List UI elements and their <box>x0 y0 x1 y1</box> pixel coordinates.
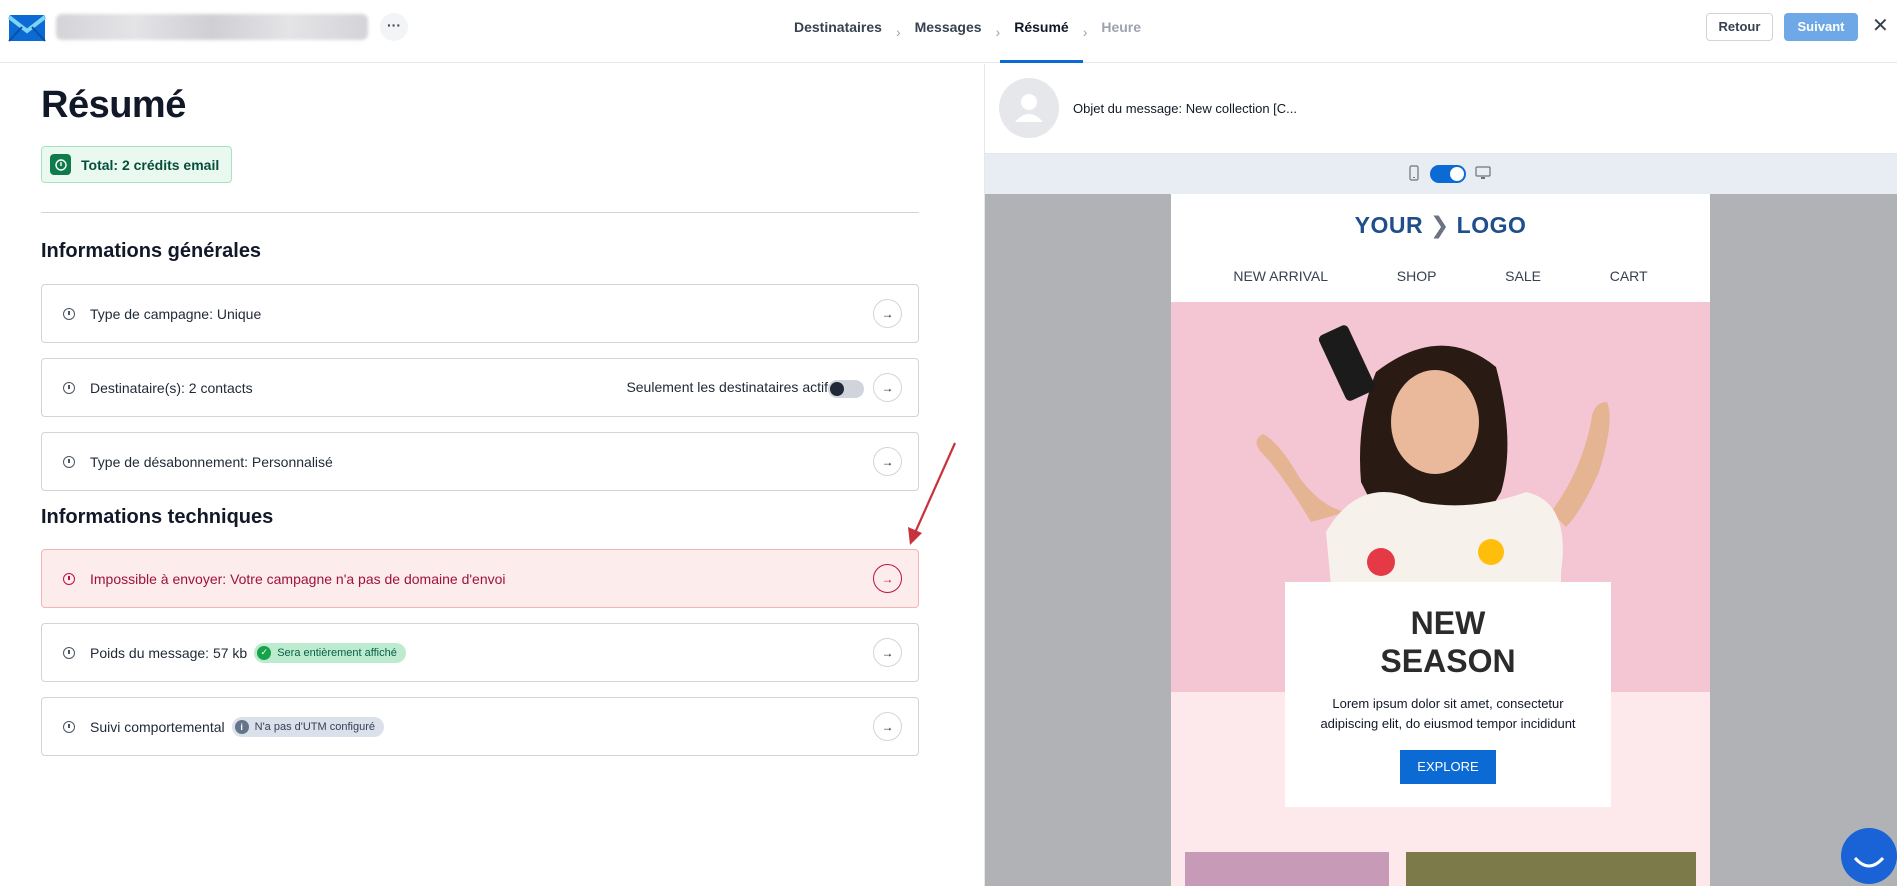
badge-text: N'a pas d'UTM configuré <box>254 720 375 733</box>
arrow-right-icon[interactable]: → <box>873 564 902 593</box>
email-preview-area: YOUR ❯ LOGO NEW ARRIVAL SHOP SALE CART N… <box>985 194 1897 886</box>
avatar <box>999 78 1059 138</box>
annotation-arrow-icon <box>908 442 957 545</box>
top-bar: ··· Destinataires › Messages › Résumé › … <box>0 0 1897 63</box>
mobile-icon[interactable] <box>1409 165 1419 181</box>
badge-text: Sera entièrement affiché <box>277 646 397 659</box>
logo-left-text: YOUR <box>1354 212 1424 238</box>
technical-info-title: Informations techniques <box>41 506 274 528</box>
info-icon: i <box>234 719 249 734</box>
status-badge: ✓ Sera entièrement affiché <box>254 642 406 663</box>
active-recipients-label: Seulement les destinataires actifs <box>626 379 835 395</box>
hero-card: NEW SEASON Lorem ipsum dolor sit amet, c… <box>1285 582 1611 807</box>
subject-text: Objet du message: New collection [C... <box>1073 101 1297 116</box>
hero-text: Lorem ipsum dolor sit amet, consectetur … <box>1320 696 1576 731</box>
email-nav-item[interactable]: NEW ARRIVAL <box>1233 268 1328 284</box>
campaign-name-blurred <box>56 14 368 40</box>
info-icon <box>50 154 71 175</box>
back-button[interactable]: Retour <box>1706 13 1773 41</box>
email-nav-item[interactable]: CART <box>1610 268 1648 284</box>
mail-logo-icon[interactable] <box>8 9 46 45</box>
card-campaign-type[interactable]: Type de campagne: Unique → <box>41 284 919 343</box>
card-label: Type de campagne: Unique <box>90 305 262 322</box>
device-switcher <box>985 154 1897 194</box>
arrow-right-icon[interactable]: → <box>873 638 902 667</box>
card-label: Poids du message: 57 kb <box>90 644 248 661</box>
email-nav: NEW ARRIVAL SHOP SALE CART <box>1171 268 1710 284</box>
credits-badge: Total: 2 crédits email <box>41 146 233 183</box>
next-button[interactable]: Suivant <box>1784 13 1858 41</box>
card-label: Type de désabonnement: Personnalisé <box>90 453 333 470</box>
hero-title: NEW SEASON <box>1285 604 1611 680</box>
card-recipients[interactable]: Destinataire(s): 2 contacts Seulement le… <box>41 358 919 417</box>
subject-row: Objet du message: New collection [C... <box>985 64 1897 154</box>
hero-title-line: SEASON <box>1380 643 1516 679</box>
card-behavior-tracking[interactable]: Suivi comportemental i N'a pas d'UTM con… <box>41 697 919 756</box>
email-canvas: YOUR ❯ LOGO NEW ARRIVAL SHOP SALE CART N… <box>1171 194 1710 886</box>
status-badge: i N'a pas d'UTM configuré <box>231 716 384 737</box>
alert-icon <box>63 572 75 585</box>
page-title: Résumé <box>41 84 186 126</box>
card-unsubscribe-type[interactable]: Type de désabonnement: Personnalisé → <box>41 432 919 491</box>
product-image <box>1185 852 1389 886</box>
chevron-logo-icon: ❯ <box>1429 212 1450 238</box>
hero-title-line: NEW <box>1410 605 1486 641</box>
close-icon[interactable]: ✕ <box>1872 14 1889 38</box>
stepper: Destinataires › Messages › Résumé › Heur… <box>780 0 1155 63</box>
info-icon <box>63 720 75 733</box>
credits-text: Total: 2 crédits email <box>81 156 220 173</box>
info-icon <box>63 646 75 659</box>
device-toggle[interactable] <box>1430 165 1466 183</box>
divider <box>41 212 919 213</box>
card-label: Suivi comportemental <box>90 718 225 735</box>
logo-right-text: LOGO <box>1456 212 1527 238</box>
card-label: Impossible à envoyer: Votre campagne n'a… <box>90 570 506 587</box>
card-sending-error[interactable]: Impossible à envoyer: Votre campagne n'a… <box>41 549 919 608</box>
email-logo: YOUR ❯ LOGO <box>1171 212 1710 239</box>
general-info-title: Informations générales <box>41 240 262 262</box>
product-image <box>1406 852 1696 886</box>
desktop-icon[interactable] <box>1475 166 1491 180</box>
preview-panel: Objet du message: New collection [C... Y… <box>984 64 1897 886</box>
info-icon <box>63 381 75 394</box>
card-label: Destinataire(s): 2 contacts <box>90 379 253 396</box>
email-nav-item[interactable]: SHOP <box>1397 268 1437 284</box>
chat-widget-icon[interactable] <box>1841 828 1897 884</box>
arrow-right-icon[interactable]: → <box>873 373 902 402</box>
active-recipients-toggle[interactable] <box>828 380 864 398</box>
step-heure: Heure <box>1101 19 1142 35</box>
email-nav-item[interactable]: SALE <box>1505 268 1541 284</box>
explore-button[interactable]: EXPLORE <box>1400 750 1496 784</box>
card-message-weight[interactable]: Poids du message: 57 kb ✓ Sera entièreme… <box>41 623 919 682</box>
more-options-button[interactable]: ··· <box>380 13 408 41</box>
info-icon <box>63 455 75 468</box>
summary-panel: Résumé Total: 2 crédits email Informatio… <box>0 64 984 886</box>
arrow-right-icon[interactable]: → <box>873 712 902 741</box>
arrow-right-icon[interactable]: → <box>873 299 902 328</box>
step-messages[interactable]: Messages <box>901 0 996 63</box>
step-destinataires[interactable]: Destinataires <box>780 0 896 63</box>
check-icon: ✓ <box>257 645 272 660</box>
info-icon <box>63 307 75 320</box>
arrow-right-icon[interactable]: → <box>873 447 902 476</box>
step-resume[interactable]: Résumé <box>1000 0 1084 63</box>
